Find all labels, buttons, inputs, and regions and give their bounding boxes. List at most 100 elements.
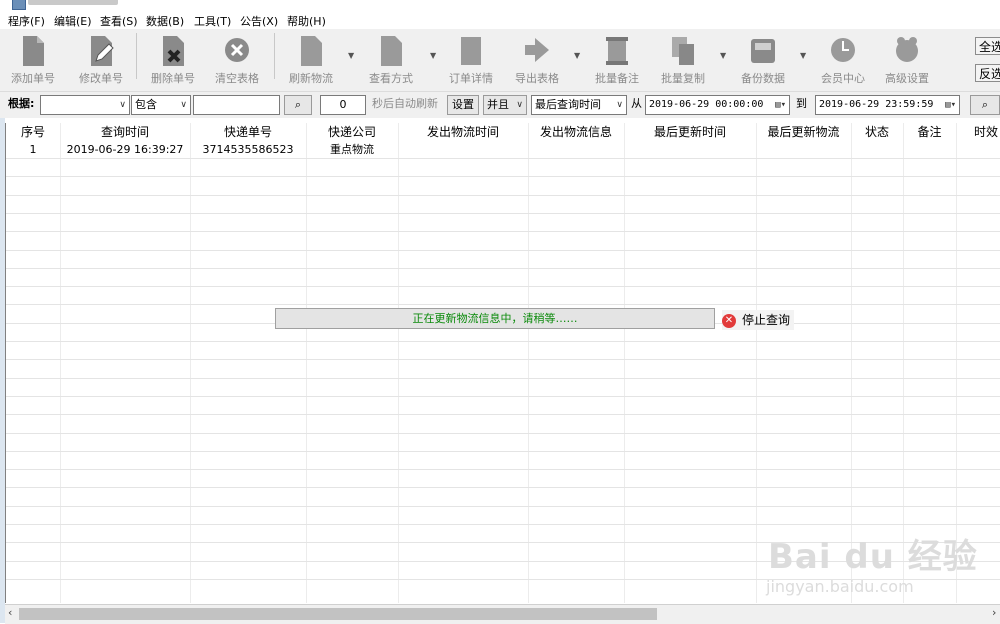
chevron-down-icon[interactable]: ▼ (800, 51, 806, 60)
date-search-button[interactable]: ⌕ (970, 95, 1000, 115)
chevron-down-icon[interactable]: ▼ (348, 51, 354, 60)
delete-number-button[interactable]: 删除单号 (146, 33, 200, 87)
add-number-label: 添加单号 (11, 72, 55, 85)
time-field-select-value: 最后查询时间 (535, 98, 601, 111)
from-date-picker[interactable]: 2019-06-29 00:00:00 ▤▾ (645, 95, 790, 115)
search-button[interactable]: ⌕ (284, 95, 312, 115)
settings-button[interactable]: 设置 (447, 95, 479, 115)
column-header[interactable]: 最后更新物流 (756, 123, 851, 142)
row-divider (6, 231, 1000, 233)
clear-circle-icon (225, 38, 249, 62)
order-detail-label: 订单详情 (449, 72, 493, 85)
row-divider (6, 395, 1000, 397)
menu-bar: 程序(F) 编辑(E) 查看(S) 数据(B) 工具(T) 公告(X) 帮助(H… (0, 11, 1000, 29)
row-divider (6, 450, 1000, 452)
search-icon: ⌕ (981, 98, 989, 111)
row-divider (6, 341, 1000, 342)
menu-help[interactable]: 帮助(H) (287, 13, 326, 29)
clear-table-button[interactable]: 清空表格 (210, 33, 264, 87)
table-cell[interactable] (624, 142, 756, 158)
stop-query-button[interactable]: ✕ 停止查询 (722, 310, 795, 330)
table-cell[interactable] (956, 142, 1000, 158)
column-header[interactable]: 快递公司 (306, 123, 398, 142)
batch-copy-button[interactable]: 批量复制 (656, 33, 710, 87)
chevron-down-icon: ∨ (516, 100, 523, 110)
to-date-picker[interactable]: 2019-06-29 23:59:59 ▤▾ (815, 95, 960, 115)
table-cell[interactable] (528, 142, 624, 158)
column-header[interactable]: 查询时间 (60, 123, 190, 142)
table-cell[interactable] (398, 142, 528, 158)
row-divider (6, 359, 1000, 361)
row-divider (6, 249, 1000, 251)
match-select-value: 包含 (135, 98, 157, 111)
view-mode-label: 查看方式 (369, 72, 413, 85)
chevron-down-icon: ∨ (119, 100, 126, 110)
basis-select[interactable]: ∨ (40, 95, 130, 115)
menu-data[interactable]: 数据(B) (146, 13, 184, 29)
table-cell[interactable]: 重点物流 (306, 142, 398, 158)
delete-number-label: 删除单号 (151, 72, 195, 85)
table-cell[interactable]: 3714535586523 (190, 142, 306, 158)
column-header[interactable]: 序号 (6, 123, 60, 142)
column-header[interactable]: 快递单号 (190, 123, 306, 142)
member-center-button[interactable]: 会员中心 (816, 33, 870, 87)
invert-selection-button[interactable]: 反选 (975, 64, 1000, 82)
watermark-main: Bai du 经验 (768, 537, 978, 577)
add-number-button[interactable]: 添加单号 (6, 33, 60, 87)
menu-tools[interactable]: 工具(T) (194, 13, 231, 29)
row-divider (6, 469, 1000, 471)
column-header[interactable]: 最后更新时间 (624, 123, 756, 142)
refresh-interval-input[interactable]: 0 (320, 95, 366, 115)
row-divider (6, 432, 1000, 434)
batch-note-button[interactable]: 批量备注 (590, 33, 644, 87)
clear-table-label: 清空表格 (215, 72, 259, 85)
select-all-button[interactable]: 全选 (975, 37, 1000, 55)
column-header[interactable]: 备注 (903, 123, 956, 142)
table-cell[interactable] (756, 142, 851, 158)
menu-edit[interactable]: 编辑(E) (54, 13, 92, 29)
refresh-logistics-button[interactable]: 刷新物流 (284, 33, 338, 87)
menu-notice[interactable]: 公告(X) (240, 13, 278, 29)
row-divider (6, 286, 1000, 288)
edit-number-button[interactable]: 修改单号 (74, 33, 128, 87)
menu-program[interactable]: 程序(F) (8, 13, 45, 29)
table-cell[interactable] (851, 142, 903, 158)
title-bar (0, 0, 1000, 11)
watermark-sub: jingyan.baidu.com (766, 577, 914, 596)
from-label: 从 (631, 97, 642, 110)
chevron-down-icon[interactable]: ▼ (574, 51, 580, 60)
time-field-select[interactable]: 最后查询时间 ∨ (531, 95, 627, 115)
backup-data-label: 备份数据 (741, 72, 785, 85)
keyword-input[interactable] (193, 95, 280, 115)
calendar-icon: ▤▾ (775, 100, 786, 110)
advanced-settings-button[interactable]: 高级设置 (880, 33, 934, 87)
to-label: 到 (796, 97, 807, 110)
search-icon: ⌕ (294, 98, 302, 111)
match-select[interactable]: 包含 ∨ (131, 95, 191, 115)
table-cell[interactable]: 1 (6, 142, 60, 158)
column-header[interactable]: 状态 (851, 123, 903, 142)
order-detail-button[interactable]: 订单详情 (444, 33, 498, 87)
scroll-left-arrow-icon[interactable]: ‹ (8, 606, 12, 619)
horizontal-scrollbar[interactable]: ‹ › (5, 604, 1000, 624)
toolbar: 添加单号 修改单号 删除单号 清空表格 刷新物流 ▼ 查看方式 ▼ 订单详情 导… (0, 29, 1000, 92)
logic-select[interactable]: 并且 ∨ (483, 95, 527, 115)
backup-data-button[interactable]: 备份数据 (736, 33, 790, 87)
close-circle-icon: ✕ (722, 313, 736, 328)
table-cell[interactable] (903, 142, 956, 158)
scrollbar-thumb[interactable] (19, 608, 657, 620)
row-divider (6, 176, 1000, 178)
export-table-button[interactable]: 导出表格 (510, 33, 564, 87)
view-mode-button[interactable]: 查看方式 (364, 33, 418, 87)
column-header[interactable]: 发出物流时间 (398, 123, 528, 142)
chevron-down-icon[interactable]: ▼ (720, 51, 726, 60)
column-header[interactable]: 时效 (956, 123, 1000, 142)
batch-copy-label: 批量复制 (661, 72, 705, 85)
table-cell[interactable]: 2019-06-29 16:39:27 (60, 142, 190, 158)
menu-view[interactable]: 查看(S) (100, 13, 138, 29)
backup-icon (751, 39, 775, 63)
scroll-right-arrow-icon[interactable]: › (992, 606, 996, 619)
scroll-icon (606, 37, 628, 65)
column-header[interactable]: 发出物流信息 (528, 123, 624, 142)
chevron-down-icon[interactable]: ▼ (430, 51, 436, 60)
